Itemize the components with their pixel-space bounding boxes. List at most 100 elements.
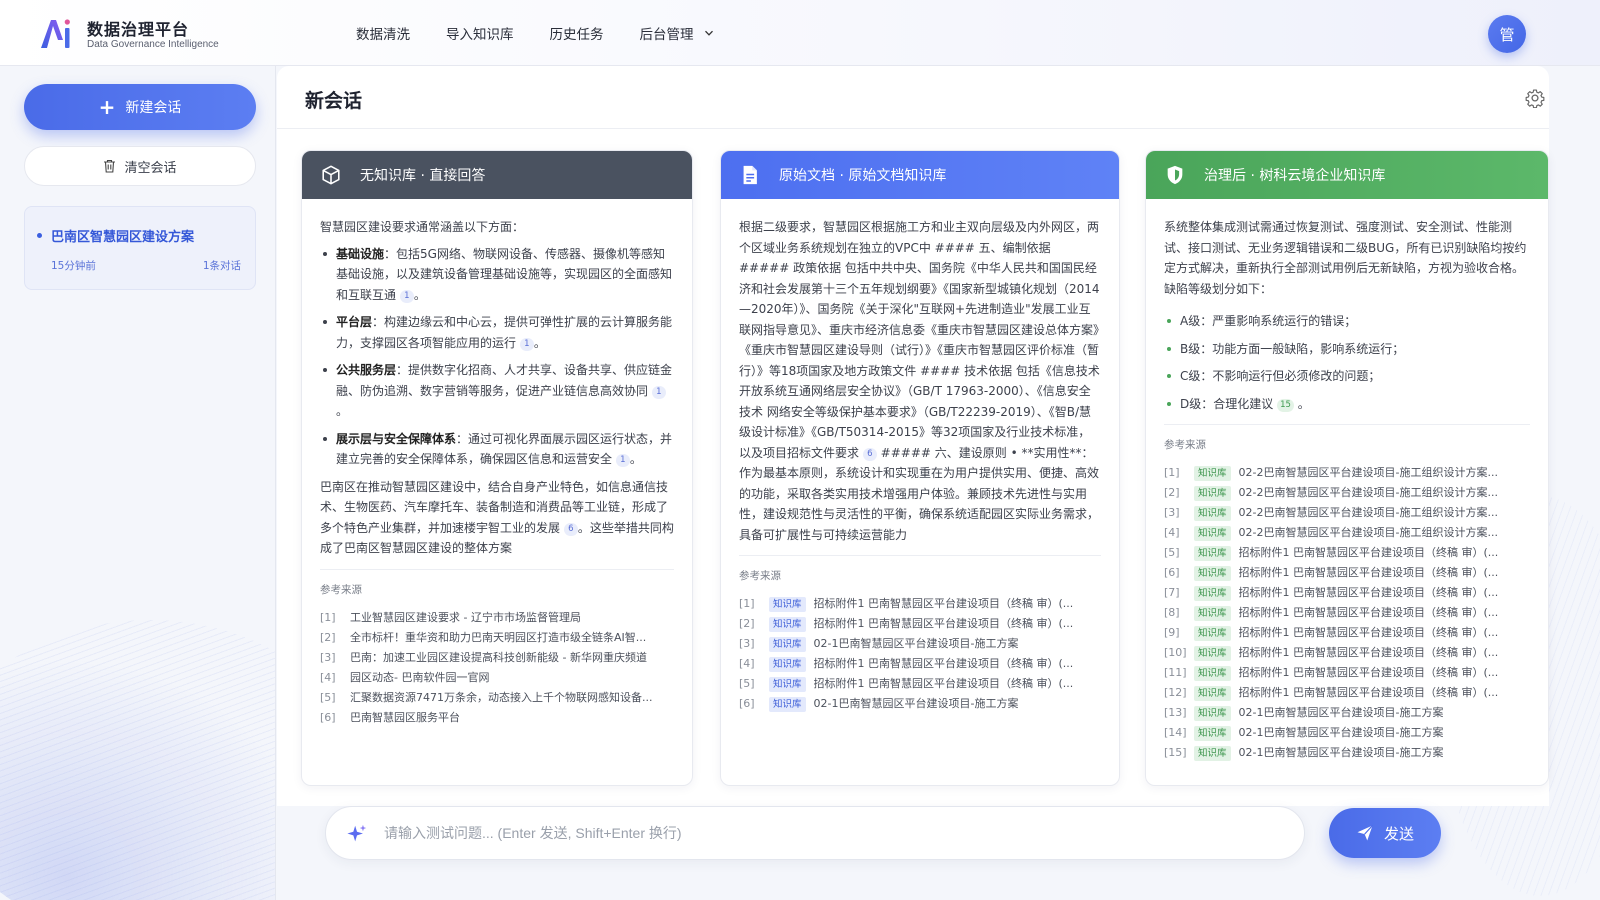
source-item[interactable]: [9] 知识库 招标附件1 巴南智慧园区平台建设项目（终稿 审）(... <box>1164 624 1530 644</box>
source-title: 02-2巴南智慧园区平台建设项目-施工组织设计方案... <box>1238 506 1498 520</box>
source-item[interactable]: [5] 知识库 招标附件1 巴南智慧园区平台建设项目（终稿 审）(... <box>739 675 1101 695</box>
source-item[interactable]: [3] 知识库 02-1巴南智慧园区平台建设项目-施工方案 <box>739 635 1101 655</box>
clear-chat-button[interactable]: 清空会话 <box>24 146 256 186</box>
source-title: 招标附件1 巴南智慧园区平台建设项目（终稿 审）(... <box>813 617 1074 631</box>
nav-item-data-cleaning[interactable]: 数据清洗 <box>356 23 410 43</box>
source-item[interactable]: [1] 工业智慧园区建设要求 - 辽宁市市场监督管理局 <box>320 608 674 628</box>
source-index: [4] <box>1164 526 1180 540</box>
divider <box>739 555 1101 556</box>
source-item[interactable]: [5] 汇聚数据资源7471万条余，动态接入上千个物联网感知设备... <box>320 688 674 708</box>
bullet-text: A级：严重影响系统运行的错误； <box>1180 314 1357 328</box>
column-header: 治理后 · 树科云境企业知识库 <box>1146 151 1548 199</box>
citation-badge[interactable]: 1 <box>615 454 630 467</box>
sparkle-icon <box>347 824 367 842</box>
source-item[interactable]: [1] 知识库 招标附件1 巴南智慧园区平台建设项目（终稿 审）(... <box>739 595 1101 615</box>
citation-badge[interactable]: 1 <box>651 385 666 399</box>
source-index: [10] <box>1164 646 1187 660</box>
bullet-text: ：构建边缘云和中心云，提供可弹性扩展的云计算服务能力，支撑园区各项智能应用的运行 <box>336 315 673 350</box>
source-index: [2] <box>739 617 755 631</box>
new-chat-label: 新建会话 <box>125 100 182 116</box>
source-item[interactable]: [5] 知识库 招标附件1 巴南智慧园区平台建设项目（终稿 审）(... <box>1164 544 1530 564</box>
kb-badge: 知识库 <box>1194 466 1231 481</box>
nav-item-admin[interactable]: 后台管理 <box>640 23 714 43</box>
list-item: 展示层与安全保障体系：通过可视化界面展示园区运行状态，并建立完善的安全保障体系，… <box>320 429 674 470</box>
bullet-label: 展示层与安全保障体系 <box>336 431 457 446</box>
source-index: [15] <box>1164 746 1187 760</box>
source-item[interactable]: [4] 园区动态- 巴南软件园一官网 <box>320 668 674 688</box>
source-item[interactable]: [8] 知识库 招标附件1 巴南智慧园区平台建设项目（终稿 审）(... <box>1164 604 1530 624</box>
plus-icon: + <box>98 95 116 119</box>
source-index: [5] <box>1164 546 1180 560</box>
sources-list: [1] 知识库 02-2巴南智慧园区平台建设项目-施工组织设计方案... [2] 知识… <box>1164 464 1530 764</box>
brand-subtitle: Data Governance Intelligence <box>87 39 219 50</box>
source-item[interactable]: [7] 知识库 招标附件1 巴南智慧园区平台建设项目（终稿 审）(... <box>1164 584 1530 604</box>
source-item[interactable]: [10] 知识库 招标附件1 巴南智慧园区平台建设项目（终稿 审）(... <box>1164 644 1530 664</box>
send-button[interactable]: 发送 <box>1329 808 1441 858</box>
kb-badge: 知识库 <box>1194 646 1231 661</box>
source-item[interactable]: [2] 知识库 招标附件1 巴南智慧园区平台建设项目（终稿 审）(... <box>739 615 1101 635</box>
source-item[interactable]: [6] 知识库 招标附件1 巴南智慧园区平台建设项目（终稿 审）(... <box>1164 564 1530 584</box>
source-index: [4] <box>320 670 336 684</box>
source-index: [6] <box>1164 566 1180 580</box>
source-title: 02-1巴南智慧园区平台建设项目-施工方案 <box>1238 726 1444 740</box>
source-item[interactable]: [6] 知识库 02-1巴南智慧园区平台建设项目-施工方案 <box>739 695 1101 715</box>
kb-badge: 知识库 <box>769 677 806 692</box>
nav-label: 历史任务 <box>549 27 604 43</box>
nav-label: 数据清洗 <box>356 27 410 43</box>
citation-badge[interactable]: 6 <box>862 447 877 461</box>
source-title: 02-2巴南智慧园区平台建设项目-施工组织设计方案... <box>1238 526 1498 540</box>
send-label: 发送 <box>1383 824 1414 843</box>
source-item[interactable]: [3] 知识库 02-2巴南智慧园区平台建设项目-施工组织设计方案... <box>1164 504 1530 524</box>
source-item[interactable]: [1] 知识库 02-2巴南智慧园区平台建设项目-施工组织设计方案... <box>1164 464 1530 484</box>
cube-icon <box>322 165 340 185</box>
citation-badge[interactable]: 1 <box>399 289 414 303</box>
shield-icon <box>1167 165 1183 185</box>
citation-badge[interactable]: 1 <box>519 337 534 351</box>
new-chat-button[interactable]: + 新建会话 <box>24 84 256 130</box>
avatar[interactable]: 管 <box>1488 15 1526 53</box>
kb-badge: 知识库 <box>1194 706 1231 721</box>
nav-label: 后台管理 <box>639 27 694 43</box>
sources-title: 参考来源 <box>320 583 362 596</box>
kb-badge: 知识库 <box>769 657 806 672</box>
source-title: 招标附件1 巴南智慧园区平台建设项目（终稿 审）(... <box>1238 606 1499 620</box>
bullet-text: C级：不影响运行但必须修改的问题； <box>1180 369 1381 383</box>
gear-icon[interactable] <box>1525 88 1545 108</box>
source-item[interactable]: [4] 知识库 02-2巴南智慧园区平台建设项目-施工组织设计方案... <box>1164 524 1530 544</box>
source-title: 02-1巴南智慧园区平台建设项目-施工方案 <box>1238 706 1444 720</box>
source-item[interactable]: [2] 全市标杆！重华资和助力巴南天明园区打造市级全链条AI智... <box>320 628 674 648</box>
kb-badge: 知识库 <box>1194 726 1231 741</box>
source-index: [6] <box>739 697 755 711</box>
source-item[interactable]: [6] 巴南智慧园区服务平台 <box>320 708 674 728</box>
source-item[interactable]: [15] 知识库 02-1巴南智慧园区平台建设项目-施工方案 <box>1164 744 1530 764</box>
nav-item-history[interactable]: 历史任务 <box>550 23 604 43</box>
list-item: 平台层：构建边缘云和中心云，提供可弹性扩展的云计算服务能力，支撑园区各项智能应用… <box>320 312 674 353</box>
kb-badge: 知识库 <box>1194 586 1231 601</box>
source-title: 招标附件1 巴南智慧园区平台建设项目（终稿 审）(... <box>1238 646 1499 660</box>
source-index: [1] <box>739 597 755 611</box>
sources-list: [1] 知识库 招标附件1 巴南智慧园区平台建设项目（终稿 审）(... [2] 知识… <box>739 595 1101 715</box>
source-item[interactable]: [3] 巴南：加速工业园区建设提高科技创新能级 - 新华网重庆频道 <box>320 648 674 668</box>
source-item[interactable]: [4] 知识库 招标附件1 巴南智慧园区平台建设项目（终稿 审）(... <box>739 655 1101 675</box>
document-icon <box>743 165 757 185</box>
source-item[interactable]: [14] 知识库 02-1巴南智慧园区平台建设项目-施工方案 <box>1164 724 1530 744</box>
chat-input[interactable] <box>384 807 1284 859</box>
list-item: A级：严重影响系统运行的错误； <box>1164 311 1530 332</box>
trash-icon <box>104 159 116 173</box>
sources-title: 参考来源 <box>739 570 781 582</box>
main-area: 新会话 无知识库 · 直接回答 智慧园区建设要求通常涵盖以下方面： 基础设施：包… <box>277 66 1600 900</box>
source-item[interactable]: [12] 知识库 招标附件1 巴南智慧园区平台建设项目（终稿 审）(... <box>1164 684 1530 704</box>
list-item: 公共服务层：提供数字化招商、人才共享、设备共享、供应链金融、防伪追溯、数字营销等… <box>320 360 674 422</box>
list-item: 基础设施：包括5G网络、物联网设备、传感器、摄像机等感知基础设施，以及建筑设备管… <box>320 244 674 306</box>
source-title: 招标附件1 巴南智慧园区平台建设项目（终稿 审）(... <box>813 677 1074 691</box>
answer-paragraph: 系统整体集成测试需通过恢复测试、强度测试、安全测试、性能测试、接口测试、无业务逻… <box>1164 220 1527 296</box>
session-item[interactable]: 巴南区智慧园区建设方案 15分钟前 1条对话 <box>24 206 256 290</box>
nav-item-import-kb[interactable]: 导入知识库 <box>446 23 514 43</box>
answer-body: 智慧园区建设要求通常涵盖以下方面： 基础设施：包括5G网络、物联网设备、传感器、… <box>302 199 692 728</box>
source-item[interactable]: [13] 知识库 02-1巴南智慧园区平台建设项目-施工方案 <box>1164 704 1530 724</box>
source-item[interactable]: [2] 知识库 02-2巴南智慧园区平台建设项目-施工组织设计方案... <box>1164 484 1530 504</box>
citation-badge[interactable]: 6 <box>563 522 578 536</box>
citation-badge[interactable]: 15 <box>1277 398 1294 412</box>
source-item[interactable]: [11] 知识库 招标附件1 巴南智慧园区平台建设项目（终稿 审）(... <box>1164 664 1530 684</box>
source-title: 02-2巴南智慧园区平台建设项目-施工组织设计方案... <box>1238 466 1498 480</box>
